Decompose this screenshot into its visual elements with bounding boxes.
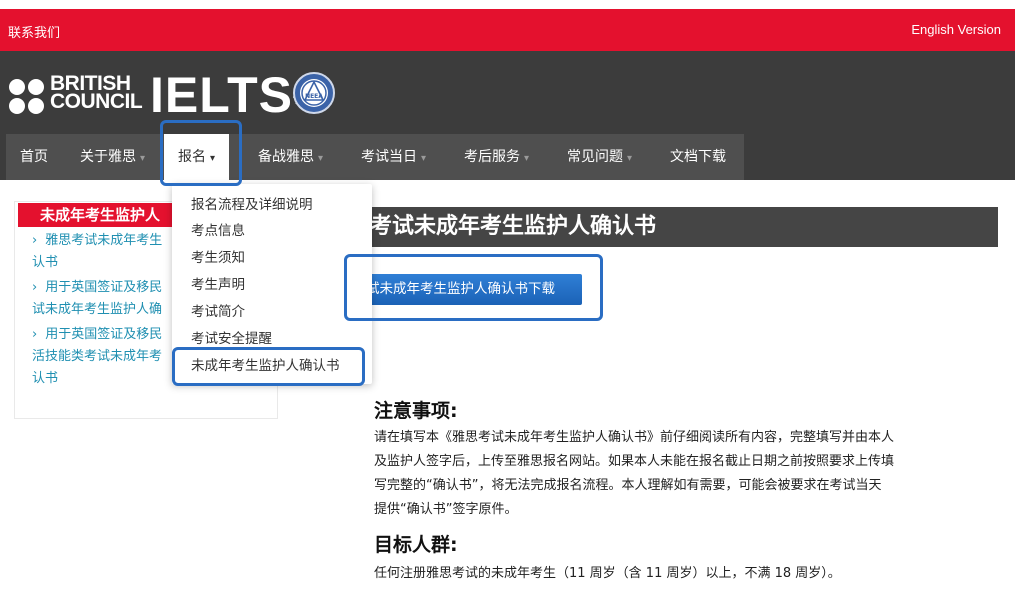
site-header: BRITISH COUNCIL IELTSTM NEEA 首页 关于雅思▾ 报名…: [0, 51, 1015, 180]
target-group-text: 任何注册雅思考试的未成年考生（11 周岁（含 11 周岁）以上，不满 18 周岁…: [374, 566, 841, 581]
nav-home[interactable]: 首页: [20, 134, 48, 180]
notice-heading: 注意事项:: [374, 400, 458, 422]
chevron-down-icon: ▾: [627, 153, 633, 164]
chevron-right-icon: ›: [32, 327, 38, 342]
notice-text: 请在填写本《雅思考试未成年考生监护人确认书》前仔细阅读所有内容，完整填写并由本人…: [374, 430, 895, 517]
british-council-logo-icon: [9, 79, 45, 115]
nav-after-test[interactable]: 考后服务 ▾: [464, 134, 529, 180]
chevron-down-icon: ▾: [210, 153, 216, 164]
dropdown-item-minor-consent[interactable]: 未成年考生监护人确认书: [191, 354, 340, 374]
chevron-down-icon: ▾: [524, 153, 530, 164]
chevron-right-icon: ›: [32, 233, 38, 248]
british-council-logo-text: BRITISH COUNCIL: [50, 72, 143, 113]
nav-registration[interactable]: 报名 ▾: [164, 134, 230, 180]
dropdown-item-security-reminder[interactable]: 考试安全提醒: [191, 327, 272, 347]
english-version-link[interactable]: English Version: [911, 22, 1001, 37]
chevron-down-icon: ▾: [421, 153, 427, 164]
nav-faq[interactable]: 常见问题 ▾: [567, 134, 632, 180]
neea-emblem-icon: NEEA: [293, 72, 335, 114]
chevron-down-icon: ▾: [140, 153, 146, 164]
sidebar-link-minor-consent[interactable]: › 雅思考试未成年考生 认书: [32, 230, 177, 274]
nav-test-day[interactable]: 考试当日 ▾: [361, 134, 426, 180]
target-group-heading: 目标人群:: [374, 534, 458, 556]
dropdown-item-candidate-notice[interactable]: 考生须知: [191, 246, 245, 266]
nav-downloads[interactable]: 文档下载: [670, 134, 726, 180]
page-title: 考试未成年考生监护人确认书: [360, 207, 998, 247]
chevron-right-icon: ›: [32, 280, 38, 295]
nav-prepare[interactable]: 备战雅思 ▾: [258, 134, 323, 180]
contact-us-link[interactable]: 联系我们: [8, 22, 60, 41]
svg-text:NEEA: NEEA: [305, 93, 323, 100]
sidebar-heading: 未成年考生监护人: [18, 203, 178, 227]
main-nav: 首页 关于雅思 ▾ 报名 ▾ 备战雅思 ▾ 考试当日 ▾ 考后服务 ▾ 常见问题 ▾ 文档下…: [6, 134, 744, 180]
chevron-down-icon: ▾: [318, 153, 324, 164]
registration-dropdown-menu: 报名流程及详细说明 考点信息 考生须知 考生声明 考试简介 考试安全提醒 未成年…: [172, 184, 372, 384]
dropdown-item-test-overview[interactable]: 考试简介: [191, 300, 245, 320]
dropdown-item-registration-process[interactable]: 报名流程及详细说明: [191, 193, 313, 213]
sidebar-link-life-skills-consent[interactable]: › 用于英国签证及移民 活技能类考试未成年考 认书: [32, 324, 177, 390]
sidebar-link-ukvi-consent[interactable]: › 用于英国签证及移民 试未成年考生监护人确: [32, 277, 177, 321]
download-consent-button[interactable]: 试未成年考生监护人确认书下载: [356, 274, 582, 305]
ielts-logo[interactable]: IELTSTM: [150, 66, 311, 124]
nav-about-ielts[interactable]: 关于雅思 ▾: [80, 134, 145, 180]
dropdown-item-candidate-declaration[interactable]: 考生声明: [191, 273, 245, 293]
top-bar: 联系我们 English Version: [0, 9, 1015, 51]
dropdown-item-test-centres[interactable]: 考点信息: [191, 219, 245, 239]
